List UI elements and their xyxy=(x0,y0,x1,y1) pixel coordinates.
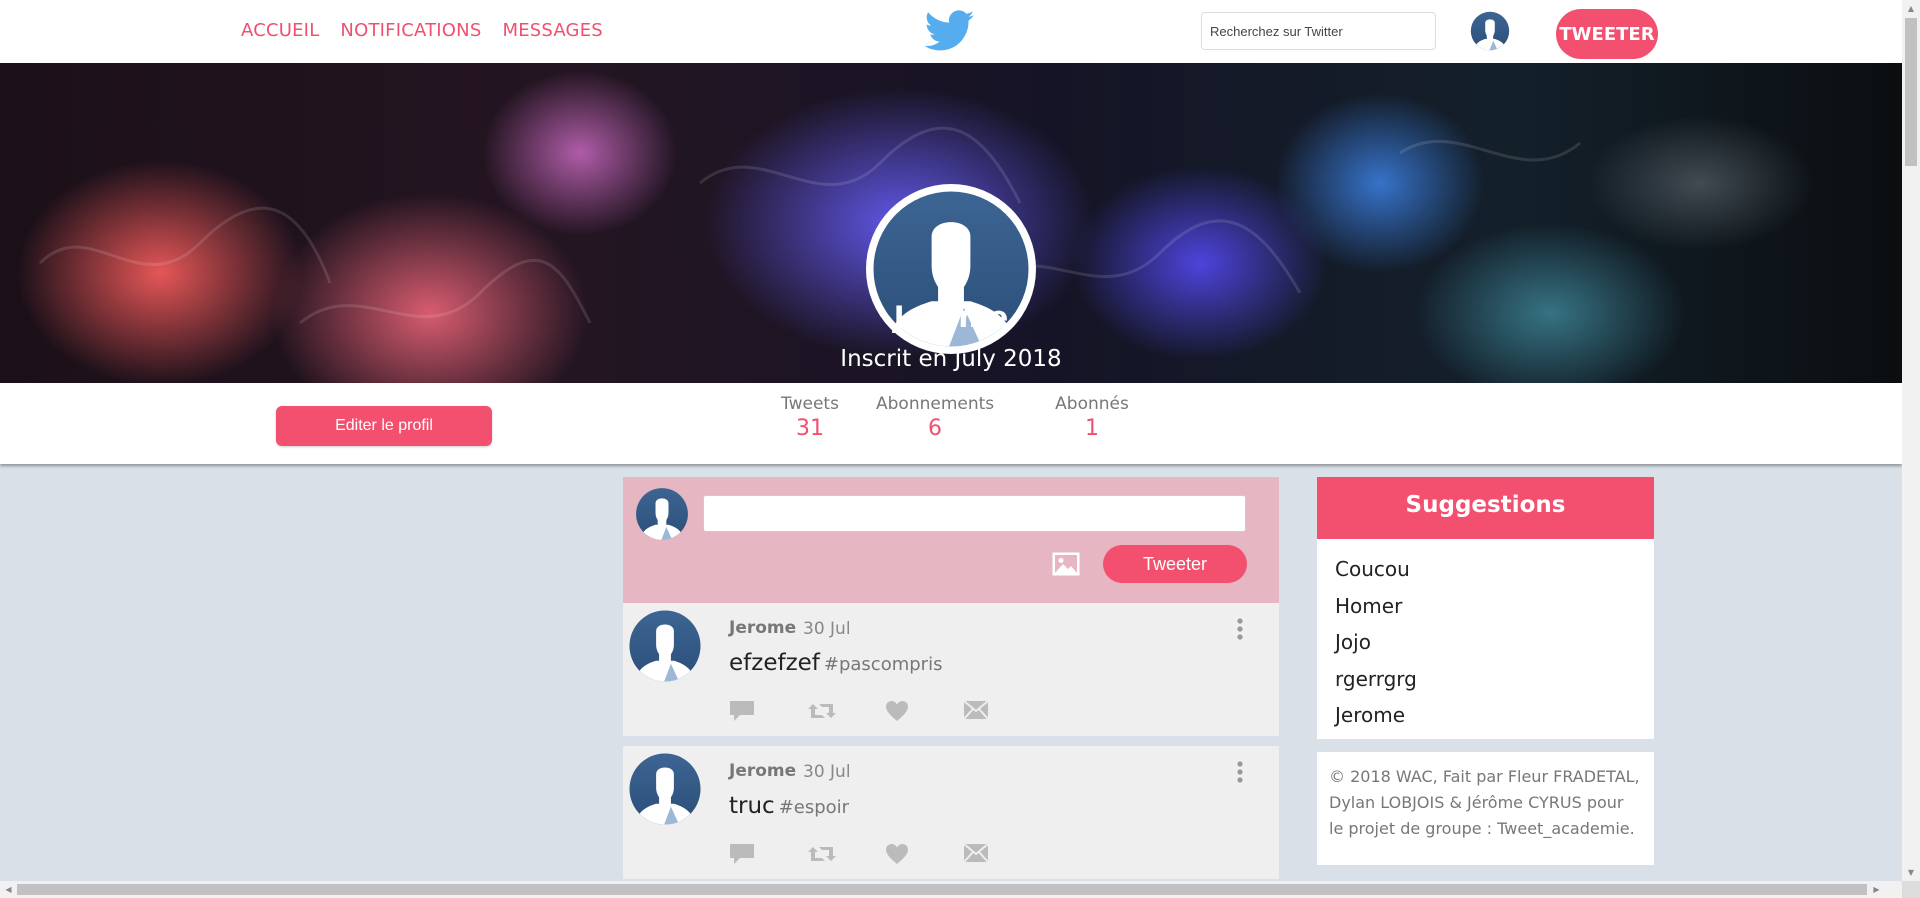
tweet-hashtag[interactable]: #pascompris xyxy=(824,654,943,675)
suggestions-panel: Suggestions Coucou Homer Jojo rgerrgrg J… xyxy=(1317,477,1654,739)
profile-name: Jerome xyxy=(893,300,1009,334)
stat-value: 31 xyxy=(796,416,824,441)
tweet-actions xyxy=(729,700,1041,722)
more-options-icon[interactable] xyxy=(1235,760,1245,784)
suggestion-item[interactable]: Homer xyxy=(1335,592,1636,629)
suggestion-item[interactable]: Jojo xyxy=(1335,628,1636,665)
suggestion-item[interactable]: Jerome xyxy=(1335,701,1636,738)
nav-notifications-link[interactable]: NOTIFICATIONS xyxy=(340,20,481,41)
tweet-avatar[interactable] xyxy=(628,609,702,683)
composer-avatar xyxy=(635,487,689,541)
tweet-date: 30 Jul xyxy=(803,762,851,782)
stat-label: Tweets xyxy=(781,394,839,414)
scroll-down-icon[interactable]: ▼ xyxy=(1902,864,1920,881)
suggestions-title: Suggestions xyxy=(1317,477,1654,539)
suggestions-list: Coucou Homer Jojo rgerrgrg Jerome xyxy=(1317,539,1654,754)
tweet-date: 30 Jul xyxy=(803,619,851,639)
retweet-icon[interactable] xyxy=(807,700,885,722)
scroll-right-icon[interactable]: ▶ xyxy=(1868,881,1885,898)
scroll-up-icon[interactable]: ▲ xyxy=(1902,0,1920,17)
comment-icon[interactable] xyxy=(729,843,807,865)
envelope-icon[interactable] xyxy=(963,700,1041,722)
tweet-author[interactable]: Jerome xyxy=(729,618,796,638)
stat-following[interactable]: Abonnements 6 xyxy=(876,394,994,441)
tweet-hashtag[interactable]: #espoir xyxy=(779,797,849,818)
user-avatar-icon[interactable] xyxy=(1470,11,1510,51)
suggestion-item[interactable]: rgerrgrg xyxy=(1335,665,1636,702)
twitter-bird-icon[interactable] xyxy=(925,10,975,52)
top-navbar: ACCUEIL NOTIFICATIONS MESSAGES TWEETER xyxy=(0,0,1902,63)
tweet-top-button[interactable]: TWEETER xyxy=(1556,9,1658,59)
profile-joined-date: Inscrit en July 2018 xyxy=(840,346,1062,372)
stat-tweets[interactable]: Tweets 31 xyxy=(776,394,844,441)
suggestion-item[interactable]: Coucou xyxy=(1335,555,1636,592)
envelope-icon[interactable] xyxy=(963,843,1041,865)
stat-followers[interactable]: Abonnés 1 xyxy=(1052,394,1132,441)
retweet-icon[interactable] xyxy=(807,843,885,865)
stat-value: 6 xyxy=(928,416,942,441)
tweet-item: Jerome 30 Jul efzefzef #pascompris xyxy=(623,603,1279,739)
horizontal-scroll-thumb[interactable] xyxy=(17,884,1867,895)
profile-stats-bar: Editer le profil Tweets 31 Abonnements 6… xyxy=(0,383,1902,464)
profile-banner xyxy=(0,63,1902,383)
search-input[interactable] xyxy=(1201,12,1436,50)
stat-label: Abonnés xyxy=(1055,394,1129,414)
tweet-message: truc xyxy=(729,793,775,819)
heart-icon[interactable] xyxy=(885,843,963,865)
tweet-input[interactable] xyxy=(703,495,1246,532)
tweet-text: truc #espoir xyxy=(729,793,849,819)
vertical-scrollbar[interactable]: ▲ ▼ xyxy=(1902,0,1920,898)
tweet-composer: Tweeter xyxy=(623,477,1279,603)
footer-credits: © 2018 WAC, Fait par Fleur FRADETAL, Dyl… xyxy=(1317,752,1654,865)
tweet-author[interactable]: Jerome xyxy=(729,761,796,781)
nav-messages-link[interactable]: MESSAGES xyxy=(502,20,602,41)
scrollbar-corner xyxy=(1902,881,1920,898)
more-options-icon[interactable] xyxy=(1235,617,1245,641)
tweet-item: Jerome 30 Jul truc #espoir xyxy=(623,746,1279,882)
heart-icon[interactable] xyxy=(885,700,963,722)
vertical-scroll-thumb[interactable] xyxy=(1905,18,1917,166)
image-icon[interactable] xyxy=(1052,552,1080,576)
scroll-left-icon[interactable]: ◀ xyxy=(0,881,17,898)
tweet-message: efzefzef xyxy=(729,650,820,676)
comment-icon[interactable] xyxy=(729,700,807,722)
tweet-text: efzefzef #pascompris xyxy=(729,650,942,676)
nav-links: ACCUEIL NOTIFICATIONS MESSAGES xyxy=(241,20,603,41)
composer-tweet-button[interactable]: Tweeter xyxy=(1103,545,1247,583)
horizontal-scrollbar[interactable]: ◀ ▶ xyxy=(0,881,1902,898)
edit-profile-button[interactable]: Editer le profil xyxy=(276,406,492,446)
nav-accueil-link[interactable]: ACCUEIL xyxy=(241,20,319,41)
tweet-avatar[interactable] xyxy=(628,752,702,826)
stat-value: 1 xyxy=(1085,416,1099,441)
tweet-actions xyxy=(729,843,1041,865)
stat-label: Abonnements xyxy=(876,394,995,414)
